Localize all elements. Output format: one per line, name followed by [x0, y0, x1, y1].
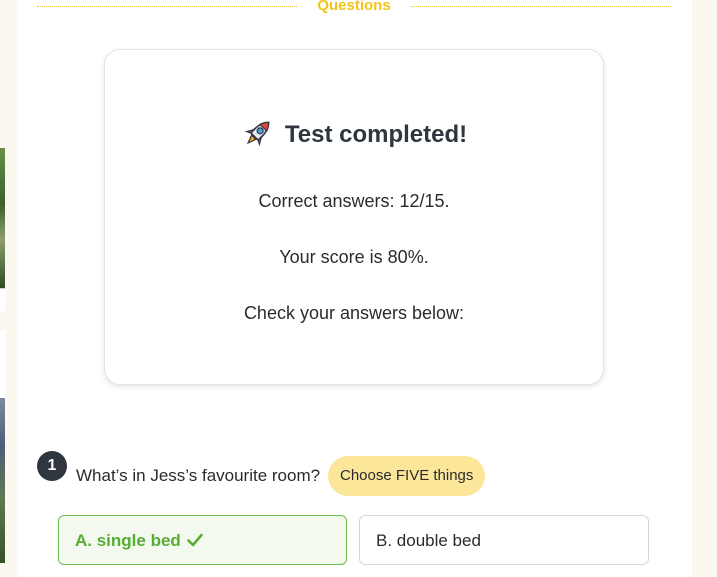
- rocket-icon: [241, 116, 275, 150]
- result-card: Test completed! Correct answers: 12/15. …: [104, 49, 604, 385]
- section-title: Questions: [317, 0, 391, 14]
- result-title-row: Test completed!: [105, 116, 603, 150]
- question-text: What’s in Jess’s favourite room?: [76, 466, 321, 485]
- answer-option-label: B. double bed: [376, 531, 481, 550]
- answer-option-b[interactable]: B. double bed: [359, 515, 649, 565]
- side-photo-border: [0, 330, 5, 398]
- answer-option-a[interactable]: A. single bed: [58, 515, 347, 565]
- answer-option-label: A. single bed: [75, 531, 181, 550]
- correct-answers-text: Correct answers: 12/15.: [258, 191, 450, 211]
- result-title: Test completed!: [284, 121, 468, 148]
- side-photo: [0, 398, 5, 563]
- checkmark-icon: [186, 517, 203, 547]
- side-photo: [0, 148, 5, 288]
- question-number-badge: 1: [37, 451, 67, 481]
- check-answers-text: Check your answers below:: [243, 303, 465, 323]
- right-background: [692, 0, 717, 577]
- side-photo-caption: [0, 288, 5, 311]
- question-instruction-tag: Choose FIVE things: [328, 456, 486, 496]
- score-text: Your score is 80%.: [279, 247, 429, 267]
- section-header: Questions: [37, 0, 671, 16]
- divider: [411, 6, 671, 7]
- page: Questions Test completed! Correct answer…: [0, 0, 717, 577]
